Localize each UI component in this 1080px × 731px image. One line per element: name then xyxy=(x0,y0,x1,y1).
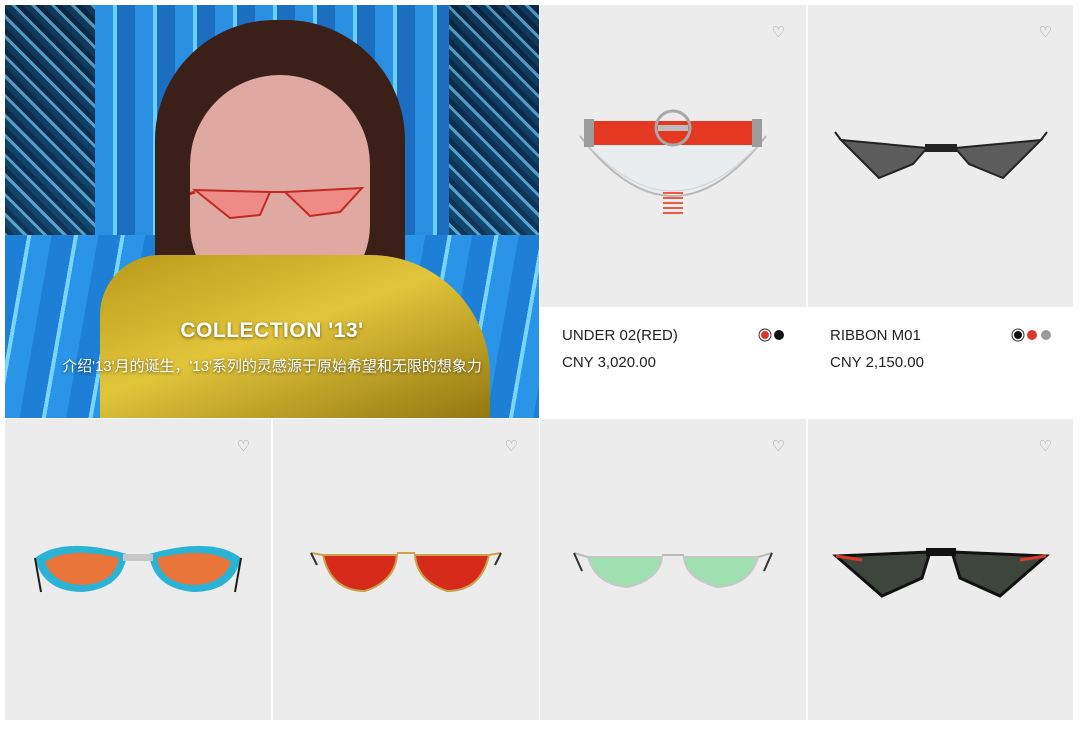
product-image[interactable] xyxy=(808,5,1073,307)
color-swatch-black[interactable] xyxy=(1014,331,1022,339)
collection-banner[interactable]: COLLECTION '13' 介绍'13'月的诞生，'13'系列的灵感源于原始… xyxy=(5,5,539,418)
product-image[interactable] xyxy=(808,419,1073,720)
sunglasses-image xyxy=(310,551,502,592)
color-swatch-red[interactable] xyxy=(1027,330,1037,340)
product-card[interactable]: ♡ RIBBON M01 CNY 2,150.00 xyxy=(808,5,1073,418)
jungle-foliage-left xyxy=(5,5,105,245)
product-price: CNY 3,020.00 xyxy=(562,354,656,371)
model-sunglasses xyxy=(190,186,365,220)
hero-subtitle: 介绍'13'月的诞生，'13'系列的灵感源于原始希望和无限的想象力 xyxy=(62,358,482,375)
sunglasses-image xyxy=(579,109,767,214)
sunglasses-image xyxy=(831,547,1050,598)
heart-icon[interactable]: ♡ xyxy=(1039,439,1052,454)
product-name[interactable]: RIBBON M01 xyxy=(830,327,921,344)
product-image[interactable] xyxy=(273,419,539,720)
sunglasses-image xyxy=(34,545,242,592)
heart-icon[interactable]: ♡ xyxy=(1039,25,1052,40)
heart-icon[interactable]: ♡ xyxy=(505,439,518,454)
color-swatches xyxy=(760,330,784,340)
color-swatch-red[interactable] xyxy=(761,331,769,339)
product-image[interactable] xyxy=(540,419,806,720)
jungle-foliage-right xyxy=(439,5,539,245)
product-name[interactable]: UNDER 02(RED) xyxy=(562,327,678,344)
color-swatch-gray[interactable] xyxy=(1041,330,1051,340)
sunglasses-image xyxy=(833,131,1048,180)
product-card[interactable]: ♡ xyxy=(5,419,271,720)
product-image[interactable] xyxy=(5,419,271,720)
color-swatches xyxy=(1013,330,1051,340)
product-card[interactable]: ♡ UNDER 02(RED) CNY 3,020.00 xyxy=(540,5,806,418)
product-price: CNY 2,150.00 xyxy=(830,354,924,371)
color-swatch-black[interactable] xyxy=(774,330,784,340)
heart-icon[interactable]: ♡ xyxy=(772,439,785,454)
hero-title: COLLECTION '13' xyxy=(180,319,364,342)
product-card[interactable]: ♡ xyxy=(808,419,1073,720)
heart-icon[interactable]: ♡ xyxy=(772,25,785,40)
product-card[interactable]: ♡ xyxy=(540,419,806,720)
heart-icon[interactable]: ♡ xyxy=(237,439,250,454)
product-image[interactable] xyxy=(540,5,806,307)
product-card[interactable]: ♡ xyxy=(273,419,539,720)
sunglasses-image xyxy=(573,551,773,588)
